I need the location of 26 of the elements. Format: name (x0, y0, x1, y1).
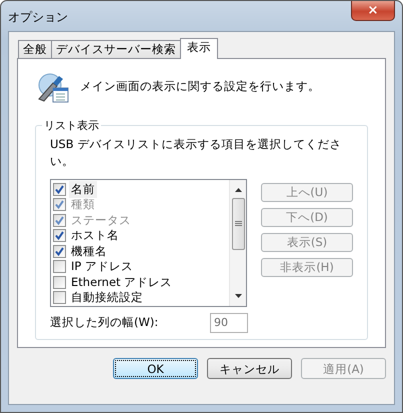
list-item[interactable]: 自動接続設定 (69, 289, 145, 306)
description-text: メイン画面の表示に関する設定を行います。 (80, 78, 320, 96)
checkbox[interactable] (53, 182, 66, 196)
scroll-down-icon[interactable] (234, 294, 242, 298)
list-item[interactable]: 機種名 (69, 242, 109, 260)
tab[interactable]: デバイスサーバー検索 (51, 40, 181, 58)
dialog-button[interactable]: キャンセル (207, 358, 292, 379)
close-button[interactable]: × (351, 1, 395, 21)
checkbox[interactable] (53, 244, 66, 258)
list-item[interactable]: 名前 (69, 180, 97, 198)
checkbox[interactable] (53, 229, 66, 242)
list-item[interactable]: Ethernet アドレス (69, 274, 174, 291)
instruction-text: USB デバイスリストに表示する項目を選択してください。 (50, 136, 342, 170)
checkbox[interactable] (53, 276, 66, 289)
window-title: オプション (8, 9, 68, 26)
list-item[interactable]: ホスト名 (69, 227, 121, 244)
width-label: 選択した列の幅(W): (50, 314, 160, 331)
scrollbar[interactable] (229, 180, 246, 306)
tab[interactable]: 全般 (18, 40, 52, 58)
checkbox[interactable] (53, 291, 66, 304)
tab[interactable]: 表示 (180, 38, 218, 59)
list-item[interactable]: IP アドレス (69, 258, 135, 276)
checkbox[interactable] (53, 260, 66, 274)
dialog-button[interactable]: OK (113, 358, 198, 379)
scroll-thumb[interactable] (232, 198, 244, 250)
scroll-up-icon[interactable] (234, 188, 242, 192)
